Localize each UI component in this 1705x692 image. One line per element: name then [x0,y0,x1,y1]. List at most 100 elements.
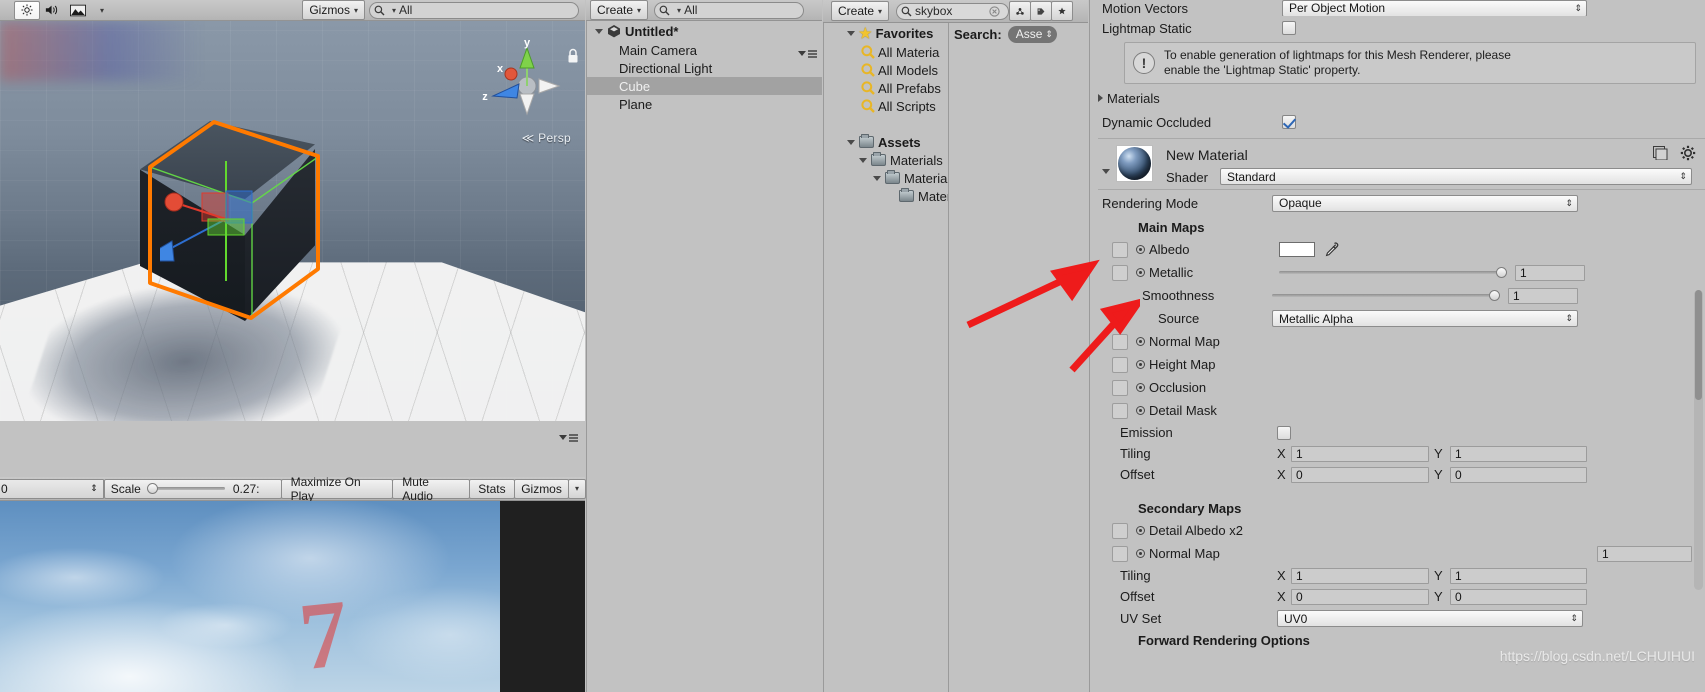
hierarchy-item-main-camera[interactable]: Main Camera [587,41,822,59]
uv-set-dropdown[interactable]: UV0 ⇕ [1277,610,1583,627]
scene-audio-toggle-icon[interactable] [39,1,65,20]
hierarchy-item-label: Main Camera [619,42,698,58]
hierarchy-scene-root[interactable]: Untitled* [587,21,822,41]
hierarchy-create-button[interactable]: Create ▾ [590,0,649,20]
smoothness-slider[interactable] [1272,288,1500,304]
preset-icon[interactable] [1653,146,1668,160]
metallic-slider-track[interactable] [1279,271,1507,274]
chevron-right-icon[interactable] [1098,94,1103,102]
hierarchy-options-icon[interactable] [798,47,818,62]
project-folder-materials-3[interactable]: Mater [845,187,952,205]
main-maps-header: Main Maps [1090,216,1705,238]
project-filter-label-button[interactable] [1030,1,1053,21]
project-favorite-all-models[interactable]: All Models [845,61,948,79]
offset-x-field[interactable]: 0 [1291,466,1429,483]
chevron-down-icon[interactable] [595,28,603,34]
chevron-down-icon[interactable] [873,175,881,181]
scene-gizmos-button[interactable]: Gizmos ▾ [302,0,365,20]
tiling2-y-field[interactable]: 1 [1450,567,1587,584]
project-assets-root[interactable]: Assets [845,133,948,151]
scale-slider-knob[interactable] [146,483,158,494]
transform-move-gizmo[interactable] [160,161,300,286]
project-folder-label: Mater [918,188,952,204]
game-display-dropdown[interactable]: 0 ⇕ [0,478,104,499]
eyedropper-icon[interactable] [1324,242,1340,258]
dynamic-occluded-checkbox[interactable] [1282,115,1296,129]
maximize-on-play-button[interactable]: Maximize On Play [280,475,394,503]
scene-fx-dropdown[interactable]: ▾ [91,1,109,20]
project-search-scope-dropdown[interactable]: Asse ⇕ [1007,25,1057,43]
project-favorites-root[interactable]: ★ Favorites [845,23,948,43]
rendering-mode-label: Rendering Mode [1102,195,1199,211]
chevron-down-icon[interactable] [847,139,855,145]
project-folder-materials-2[interactable]: Materials [845,169,957,187]
scene-projection-mode[interactable]: ≪ Persp [522,131,571,145]
smoothness-source-dropdown[interactable]: Metallic Alpha ⇕ [1272,310,1578,327]
smoothness-slider-track[interactable] [1272,294,1500,297]
height-map-texture-slot[interactable] [1112,356,1128,373]
metallic-slider[interactable] [1279,265,1507,281]
project-create-button[interactable]: Create ▾ [831,1,890,21]
normal-map-texture-slot[interactable] [1112,333,1128,350]
scale-slider-track[interactable] [146,487,225,490]
scene-fx-toggle-icon[interactable] [64,1,92,20]
scene-search-text: All [399,3,413,17]
mute-audio-button[interactable]: Mute Audio [392,475,470,503]
tiling-x-field[interactable]: 1 [1291,445,1429,462]
metallic-slider-knob[interactable] [1496,267,1507,278]
albedo-color-swatch[interactable] [1279,242,1315,257]
game-panel-options-icon[interactable] [559,431,579,446]
offset2-y-field[interactable]: 0 [1450,588,1587,605]
rendering-mode-dropdown[interactable]: Opaque ⇕ [1272,194,1578,212]
lock-icon[interactable] [566,47,580,65]
scene-search-input[interactable]: ▾ All [369,1,579,19]
secondary-normal-value-field[interactable]: 1 [1597,545,1692,562]
game-gizmos-button[interactable]: Gizmos [514,478,569,499]
game-scale-slider[interactable]: Scale 0.27: [103,478,282,499]
hierarchy-item-plane[interactable]: Plane [587,95,822,113]
scene-lighting-toggle-icon[interactable] [14,0,40,20]
game-gizmos-dropdown[interactable]: ▾ [568,478,586,499]
project-favorite-all-prefabs[interactable]: All Prefabs [845,79,948,97]
secondary-normal-texture-slot[interactable] [1112,545,1128,562]
lightmap-static-checkbox[interactable] [1282,21,1296,35]
chevron-down-icon[interactable] [859,157,867,163]
occlusion-texture-slot[interactable] [1112,379,1128,396]
chevron-down-icon[interactable] [847,30,855,36]
metallic-texture-slot[interactable] [1112,264,1128,281]
tiling2-x-field[interactable]: 1 [1291,567,1429,584]
stats-button[interactable]: Stats [468,478,516,499]
detail-albedo-texture-slot[interactable] [1112,522,1128,539]
project-favorite-all-scripts[interactable]: All Scripts [845,97,948,115]
project-favorite-label: All Prefabs [878,80,941,96]
hierarchy-item-directional-light[interactable]: Directional Light [587,59,822,77]
scene-view[interactable]: y x z ≪ Persp [0,21,585,421]
folder-icon [871,152,886,166]
offset-y-field[interactable]: 0 [1450,466,1587,483]
project-search-input[interactable]: skybox [896,2,1010,20]
hierarchy-item-cube[interactable]: Cube [587,77,822,95]
smoothness-value-field[interactable]: 1 [1508,287,1578,304]
project-filter-favorite-button[interactable] [1051,1,1074,21]
scene-axis-orientation-gizmo[interactable]: y x z [475,36,565,131]
material-shader-dropdown[interactable]: Standard ⇕ [1220,168,1692,185]
metallic-value-field[interactable]: 1 [1515,264,1585,281]
detail-mask-texture-slot[interactable] [1112,402,1128,419]
emission-checkbox[interactable] [1277,425,1291,440]
project-favorite-all-materials[interactable]: All Materia [845,43,948,61]
motion-vectors-dropdown[interactable]: Per Object Motion ⇕ [1282,0,1587,16]
project-filter-type-button[interactable] [1009,1,1032,21]
hierarchy-search-input[interactable]: ▾ All [654,1,805,19]
offset2-x-field[interactable]: 0 [1291,588,1429,605]
albedo-texture-slot[interactable] [1112,241,1128,258]
smoothness-slider-knob[interactable] [1489,290,1500,301]
materials-foldout-row[interactable]: Materials [1090,86,1705,110]
tiling-y-field[interactable]: 1 [1450,445,1587,462]
gear-icon[interactable] [1680,145,1696,161]
inspector-scrollbar[interactable] [1694,290,1703,590]
game-view[interactable]: 7 [0,501,585,692]
chevron-down-icon[interactable] [1102,169,1110,174]
clear-circle-icon[interactable] [989,5,1000,17]
project-folder-materials-1[interactable]: Materials [845,151,948,169]
secondary-normal-value: 1 [1602,546,1609,561]
